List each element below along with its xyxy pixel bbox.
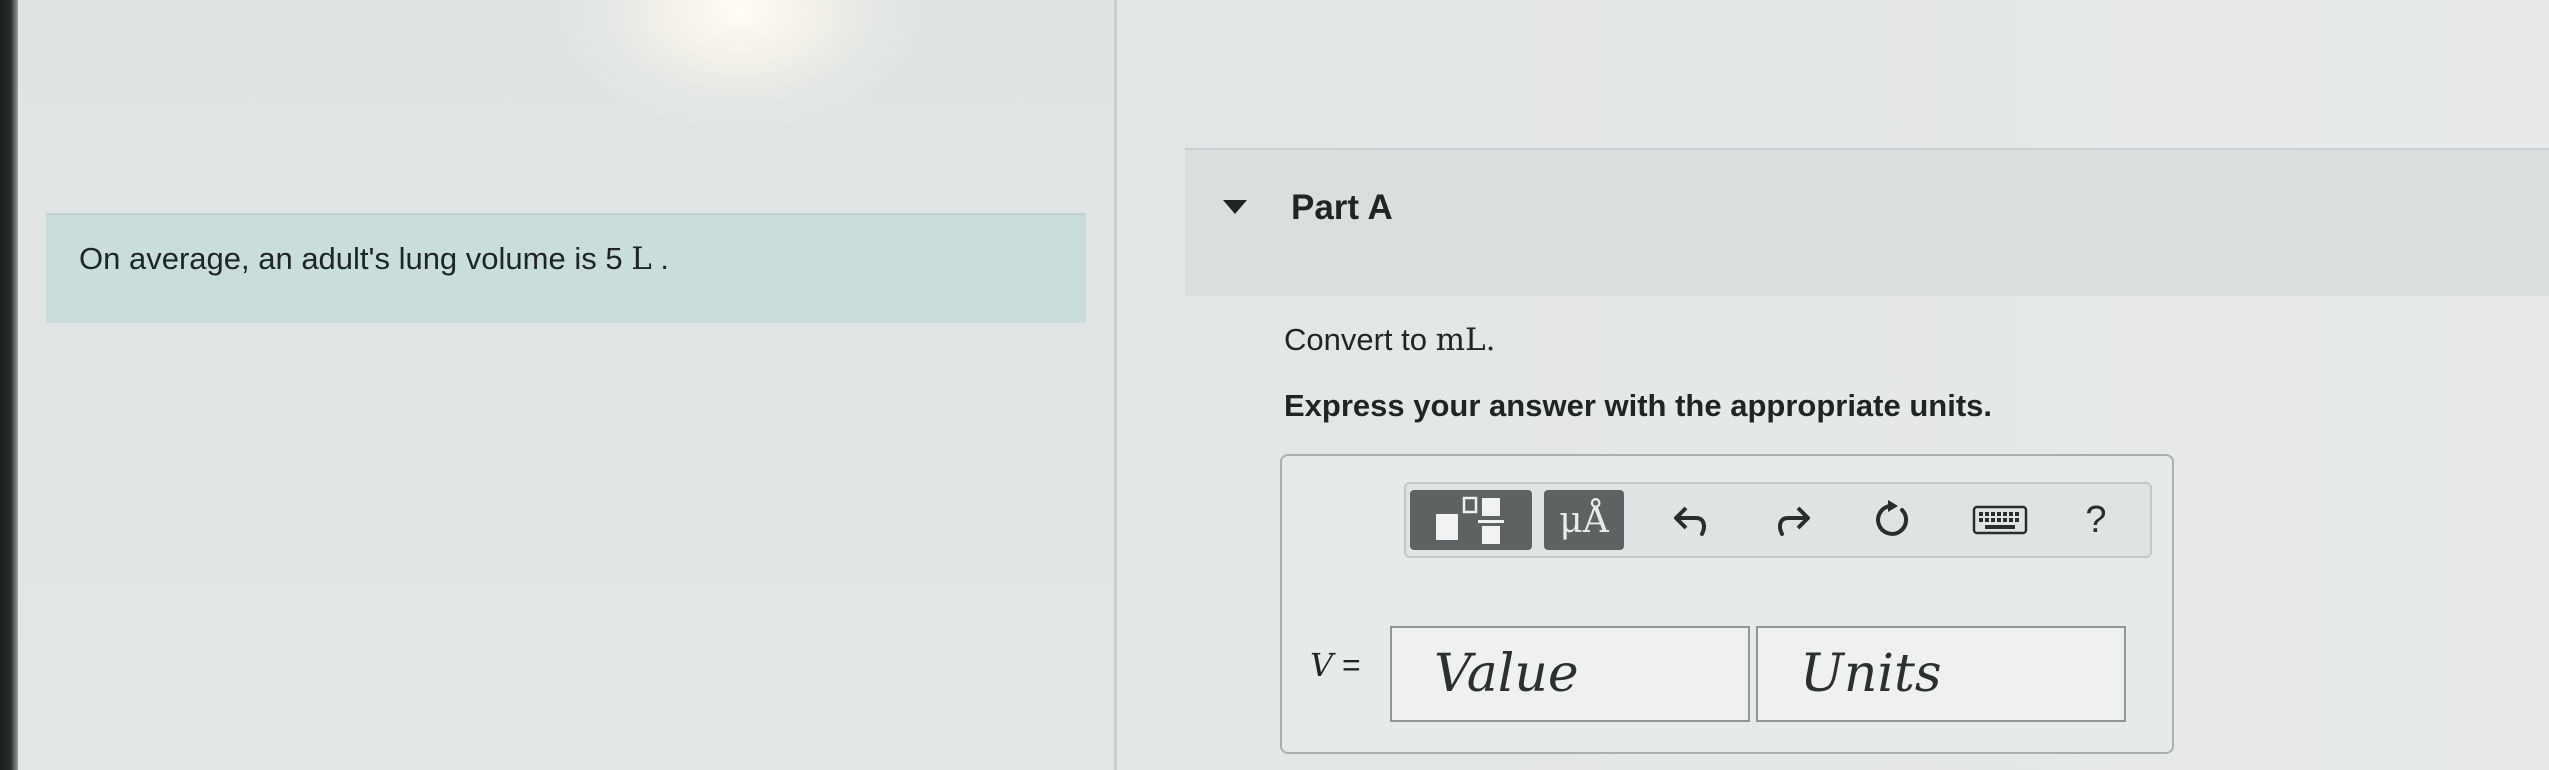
screen-edge (0, 0, 18, 770)
undo-icon (1674, 506, 1706, 536)
reset-button[interactable] (1862, 490, 1922, 550)
left-panel (18, 0, 1114, 770)
units-input[interactable] (1756, 626, 2126, 722)
part-title: Part A (1291, 188, 1393, 227)
keyboard-icon (1972, 505, 2028, 535)
prompt-suffix: . (1485, 322, 1496, 358)
intro-suffix: . (651, 241, 670, 276)
question-prompt: Convert to mL. (1284, 322, 1495, 358)
intro-box: On average, an adult's lung volume is 5 … (46, 213, 1086, 323)
intro-unit: L (631, 241, 652, 277)
keyboard-button[interactable] (1962, 490, 2038, 550)
part-header[interactable]: Part A (1185, 148, 2549, 296)
symbols-button[interactable]: μÅ (1544, 490, 1624, 550)
help-button[interactable]: ? (2066, 490, 2126, 550)
prompt-prefix: Convert to (1284, 322, 1436, 357)
collapse-caret-icon[interactable] (1223, 200, 1247, 214)
reset-icon (1876, 500, 1909, 536)
undo-button[interactable] (1662, 490, 1722, 550)
templates-icon (1436, 496, 1504, 544)
redo-button[interactable] (1762, 490, 1822, 550)
equals-sign: = (1333, 647, 1361, 683)
variable-label: V = (1310, 646, 1361, 684)
intro-text: On average, an adult's lung volume is 5 … (79, 241, 669, 277)
templates-button[interactable] (1410, 490, 1532, 550)
math-toolbar: μÅ ? (1404, 482, 2152, 558)
answer-box: μÅ ? V = Value Units (1280, 454, 2174, 754)
question-instruction: Express your answer with the appropriate… (1284, 388, 1993, 423)
redo-icon (1778, 506, 1810, 536)
variable-symbol: V (1310, 646, 1334, 684)
value-input[interactable] (1390, 626, 1750, 722)
intro-statement: On average, an adult's lung volume is 5 (79, 241, 623, 276)
prompt-unit: mL (1435, 322, 1486, 358)
